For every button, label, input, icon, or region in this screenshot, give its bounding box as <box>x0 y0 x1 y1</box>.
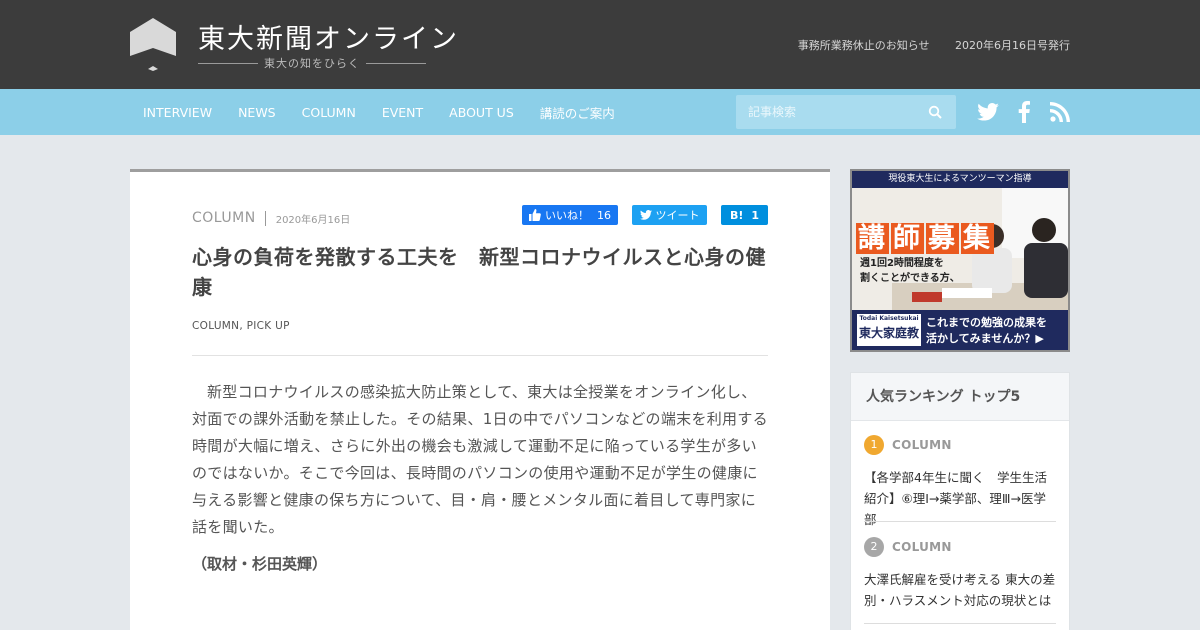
article-tags[interactable]: COLUMN, PICK UP <box>192 320 290 332</box>
ranking-divider <box>864 623 1056 624</box>
search-icon[interactable] <box>928 105 942 119</box>
nav-item-interview[interactable]: INTERVIEW <box>130 105 225 120</box>
ad-cta: これまでの勉強の成果を 活かしてみませんか？▶ <box>926 315 1047 347</box>
article-card: COLUMN 2020年6月16日 いいね！ 16 ツイート B! 1 心身の負… <box>130 169 830 630</box>
ad-headline-char-4: 集 <box>961 223 994 254</box>
ad-headline-char-3: 募 <box>926 223 959 254</box>
twitter-icon[interactable] <box>976 100 1000 124</box>
ranking-widget: 人気ランキング トップ5 1 COLUMN 【各学部4年生に聞く 学生生活紹介】… <box>850 372 1070 630</box>
ad-headline-char-2: 師 <box>891 223 924 254</box>
article-body: 新型コロナウイルスの感染拡大防止策として、東大は全授業をオンライン化し、対面での… <box>192 383 768 536</box>
ad-brand-name: 東大家庭教 <box>858 326 919 340</box>
tagline-text: 東大の知をひらく <box>264 57 360 70</box>
facebook-like-label: いいね！ <box>545 209 589 222</box>
ranking-item-category[interactable]: COLUMN <box>892 540 952 554</box>
ranking-item-meta: 1 COLUMN <box>864 435 1056 455</box>
ranking-item[interactable]: 1 COLUMN 【各学部4年生に聞く 学生生活紹介】⑥理Ⅰ→薬学部、理Ⅲ→医学… <box>864 435 1056 530</box>
ranking-item[interactable]: 2 COLUMN 大澤氏解雇を受け考える 東大の差別・ハラスメント対応の現状とは <box>864 537 1056 611</box>
site-tagline: 東大の知をひらく <box>198 55 426 71</box>
nav-item-subscription[interactable]: 講読のご案内 <box>527 103 628 122</box>
twitter-bird-icon <box>639 210 652 220</box>
ranking-divider <box>864 521 1056 522</box>
logo-icon[interactable] <box>130 18 176 72</box>
ad-cta-line-1: これまでの勉強の成果を <box>926 316 1047 329</box>
notice-link[interactable]: 事務所業務休止のお知らせ <box>798 39 930 52</box>
site-header: 東大新聞オンライン 東大の知をひらく 事務所業務休止のお知らせ 2020年6月1… <box>0 0 1200 89</box>
ad-sub-line-2: 割くことができる方、 <box>860 273 960 284</box>
search-input[interactable] <box>736 95 916 129</box>
article-byline: （取材・杉田英輝） <box>192 555 328 573</box>
facebook-icon[interactable] <box>1012 100 1036 124</box>
site-title[interactable]: 東大新聞オンライン <box>198 17 459 56</box>
meta-separator <box>264 210 266 226</box>
nav-item-news[interactable]: NEWS <box>225 105 289 120</box>
hatena-bookmark-button[interactable]: B! 1 <box>721 205 768 225</box>
ad-headline-char-1: 講 <box>856 223 889 254</box>
tagline-rule-left <box>198 62 258 64</box>
article-divider <box>192 355 768 356</box>
ad-subtext: 週1回2時間程度を 割くことができる方、 <box>860 256 960 286</box>
main-nav: INTERVIEW NEWS COLUMN EVENT ABOUT US 講読の… <box>0 89 1200 135</box>
rank-number-badge: 2 <box>864 537 884 557</box>
issue-link[interactable]: 2020年6月16日号発行 <box>955 39 1070 52</box>
rank-number-badge: 1 <box>864 435 884 455</box>
ad-headline: 講師募集 <box>856 216 996 255</box>
hatena-bookmark-label: B! <box>729 208 744 222</box>
ad-photo: 講師募集 週1回2時間程度を 割くことができる方、 <box>852 188 1068 310</box>
article-title: 心身の負荷を発散する工夫を 新型コロナウイルスと心身の健康 <box>192 245 766 299</box>
tweet-button[interactable]: ツイート <box>632 205 707 225</box>
rss-icon[interactable] <box>1048 100 1072 124</box>
article-category[interactable]: COLUMN <box>192 210 256 226</box>
thumbs-up-icon <box>529 209 541 221</box>
hatena-bookmark-count: 1 <box>751 208 760 222</box>
ad-brand-logo: Todai Kaisetsukai 東大家庭教 <box>857 314 921 346</box>
ad-sub-line-1: 週1回2時間程度を <box>860 258 944 269</box>
nav-item-column[interactable]: COLUMN <box>289 105 369 120</box>
tagline-rule-right <box>366 62 426 64</box>
article-meta: COLUMN 2020年6月16日 <box>192 210 350 226</box>
ad-brand-small: Todai Kaisetsukai <box>859 315 919 322</box>
ad-top-text: 現役東大生によるマンツーマン指導 <box>852 171 1068 188</box>
nav-item-about-us[interactable]: ABOUT US <box>436 105 527 120</box>
ranking-item-meta: 2 COLUMN <box>864 537 1056 557</box>
article-date: 2020年6月16日 <box>275 214 351 226</box>
header-links: 事務所業務休止のお知らせ 2020年6月16日号発行 <box>776 37 1070 53</box>
ranking-item-title[interactable]: 大澤氏解雇を受け考える 東大の差別・ハラスメント対応の現状とは <box>864 569 1056 611</box>
facebook-like-button[interactable]: いいね！ 16 <box>522 205 618 225</box>
recruitment-ad-banner[interactable]: 現役東大生によるマンツーマン指導 講師募集 週1回2時間程度を 割くことができる… <box>850 169 1070 352</box>
ad-bottom-bar: Todai Kaisetsukai 東大家庭教 これまでの勉強の成果を 活かして… <box>852 310 1068 350</box>
ranking-title: 人気ランキング トップ5 <box>851 373 1069 421</box>
ranking-item-category[interactable]: COLUMN <box>892 438 952 452</box>
search-box <box>736 95 956 129</box>
ad-cta-line-2: 活かしてみませんか？▶ <box>926 332 1044 345</box>
facebook-like-count: 16 <box>597 208 611 222</box>
tweet-label: ツイート <box>655 209 700 222</box>
nav-item-event[interactable]: EVENT <box>369 105 436 120</box>
social-links <box>964 100 1072 124</box>
nav-menu: INTERVIEW NEWS COLUMN EVENT ABOUT US 講読の… <box>130 89 628 135</box>
